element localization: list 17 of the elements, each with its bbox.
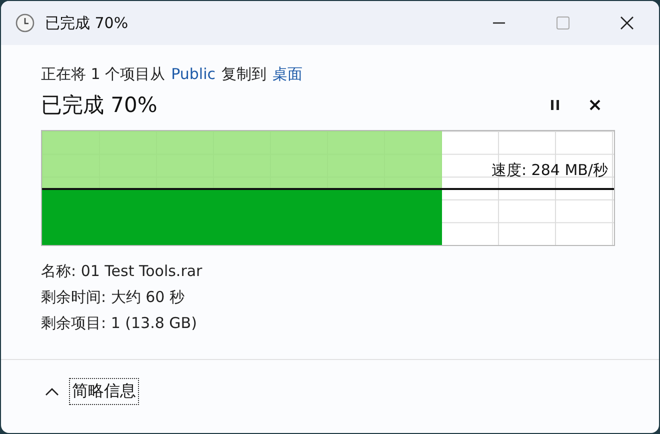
detail-text: 名称: 01 Test Tools.rar: [41, 262, 204, 281]
close-icon: [619, 15, 635, 31]
copy-description: 复制到: [222, 65, 266, 84]
close-icon: [589, 99, 601, 111]
progress-heading: 已完成 70%: [41, 92, 158, 119]
source-link[interactable]: Public: [171, 65, 216, 84]
copy-description: 正在将 1 个项目从: [41, 65, 166, 84]
chevron-up-icon[interactable]: [45, 387, 59, 396]
details-toggle-button[interactable]: 简略信息: [69, 378, 139, 405]
destination-link[interactable]: 桌面: [272, 65, 302, 84]
detail-text: 剩余时间: 大约 60 秒: [41, 288, 186, 307]
pause-icon: [550, 99, 560, 111]
clock-icon: [15, 13, 35, 33]
speed-label: 速度: 284 MB/秒: [491, 161, 608, 180]
detail-text: 剩余项目: 1 (13.8 GB): [41, 314, 198, 333]
maximize-icon: [556, 16, 570, 30]
window-title: 已完成 70%: [45, 14, 130, 32]
